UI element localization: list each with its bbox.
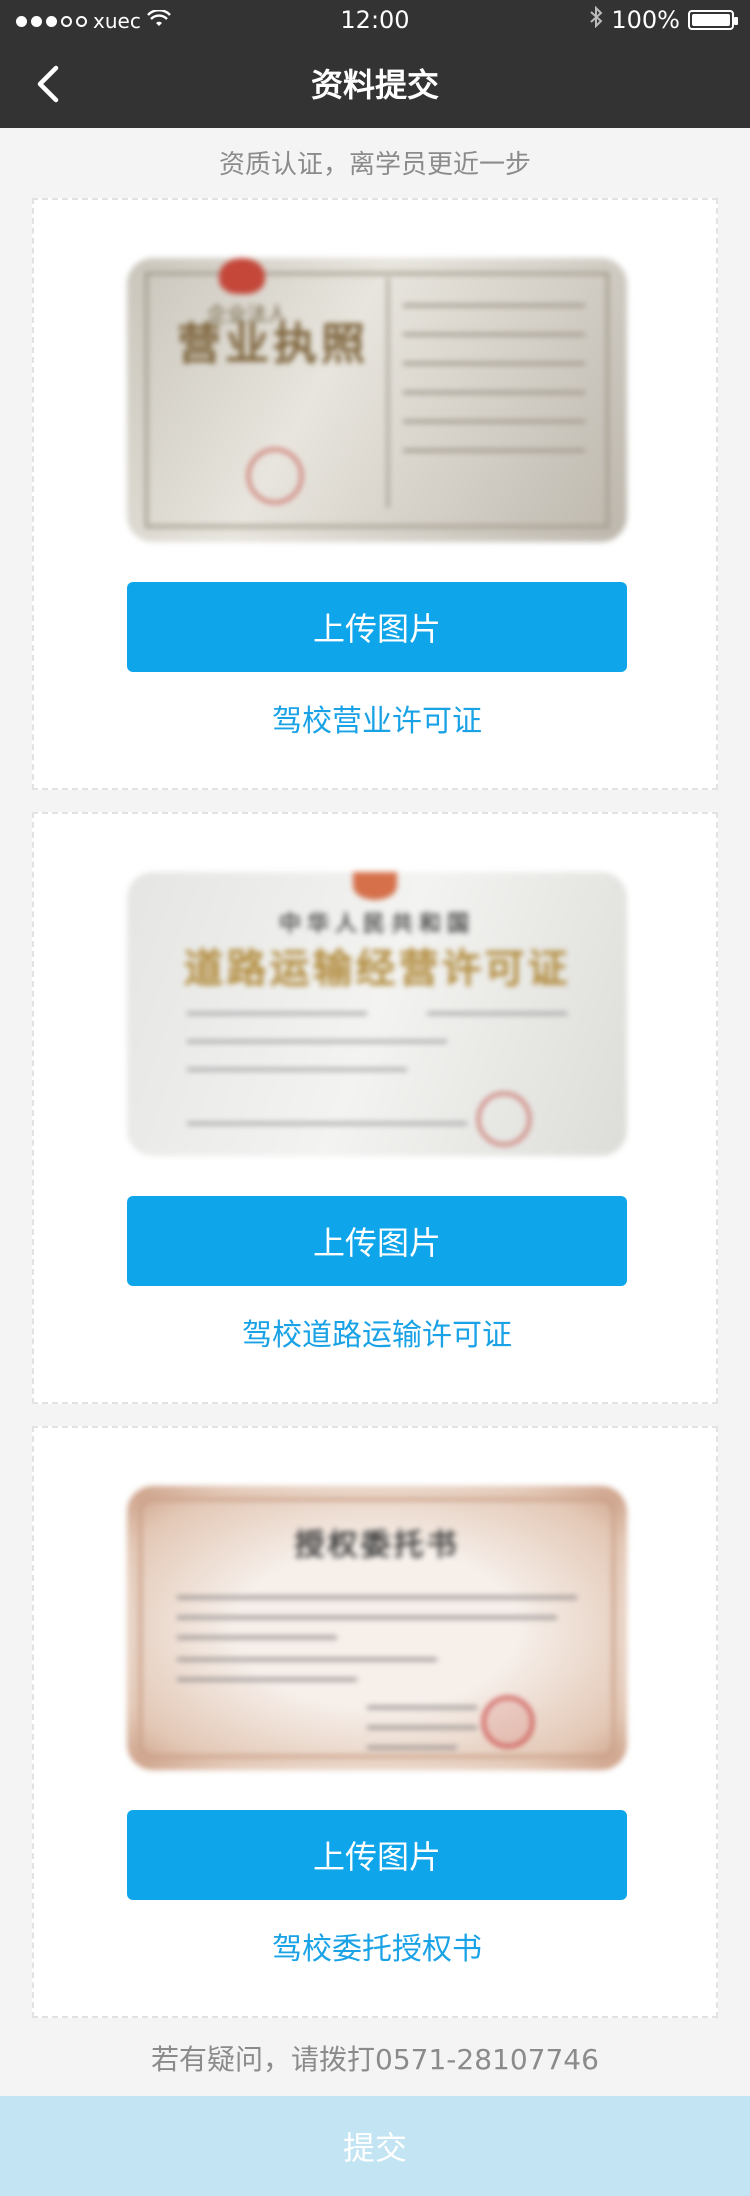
business-license-caption: 驾校营业许可证 — [272, 704, 482, 739]
transport-license-caption: 驾校道路运输许可证 — [242, 1318, 512, 1353]
page-title: 资料提交 — [310, 66, 439, 104]
authorization-letter-image[interactable]: 授权委托书 — [127, 1486, 627, 1770]
upload-authorization-letter-button[interactable]: 上传图片 — [127, 1810, 627, 1900]
license-card-authorization: 授权委托书 上传图片 驾校委托授权书 — [32, 1426, 718, 2018]
battery-icon — [688, 10, 738, 30]
upload-business-license-button[interactable]: 上传图片 — [127, 582, 627, 672]
help-phone-text: 若有疑问，请拨打0571-28107746 — [151, 2043, 599, 2076]
page-subtitle: 资质认证，离学员更近一步 — [218, 150, 531, 180]
battery-area: 100% — [589, 5, 738, 34]
battery-percent: 100% — [611, 6, 680, 34]
top-bar: xuec 12:00 100% 资料提交 — [0, 0, 750, 128]
license-card-business: 企业法人 营业执照 上传图片 驾校营业许可证 — [32, 198, 718, 790]
bluetooth-icon — [589, 5, 603, 34]
upload-transport-license-button[interactable]: 上传图片 — [127, 1196, 627, 1286]
submit-button[interactable]: 提交 — [0, 2096, 750, 2196]
license-card-transport: 中华人民共和国 道路运输经营许可证 上传图片 驾校道路运输许可证 — [32, 812, 718, 1404]
navigation-bar: 资料提交 — [0, 42, 750, 128]
transport-license-image[interactable]: 中华人民共和国 道路运输经营许可证 — [127, 872, 627, 1156]
status-bar: xuec 12:00 100% — [0, 0, 750, 42]
authorization-letter-caption: 驾校委托授权书 — [272, 1932, 482, 1967]
business-license-image[interactable]: 企业法人 营业执照 — [127, 258, 627, 542]
